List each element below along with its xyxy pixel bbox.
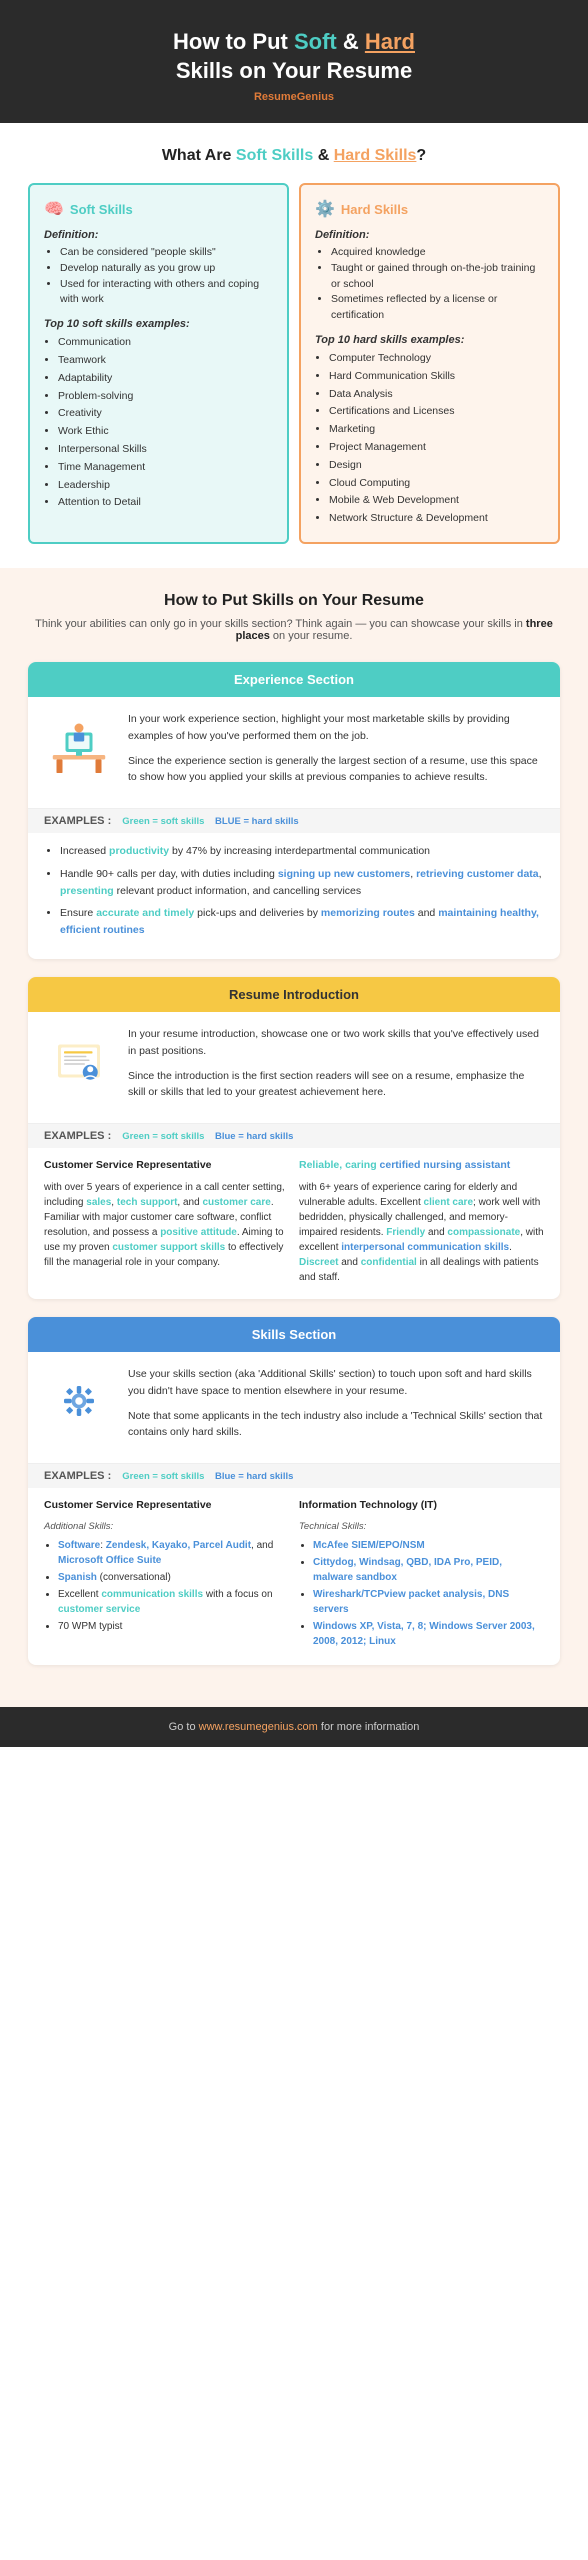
soft-skills-header: 🧠 Soft Skills (44, 199, 273, 219)
list-item: Creativity (58, 405, 273, 422)
soft-examples-list: Communication Teamwork Adaptability Prob… (44, 334, 273, 511)
list-item: Windows XP, Vista, 7, 8; Windows Server … (313, 1619, 544, 1649)
list-item: Project Management (329, 439, 544, 456)
list-item: Excellent communication skills with a fo… (58, 1587, 289, 1617)
list-item: Time Management (58, 459, 273, 476)
skills-header: Skills Section (28, 1317, 560, 1352)
how-to-title: How to Put Skills on Your Resume (28, 592, 560, 610)
list-item: Data Analysis (329, 386, 544, 403)
list-item: Cloud Computing (329, 475, 544, 492)
hard-def-label: Definition: (315, 229, 544, 241)
list-item: Leadership (58, 477, 273, 494)
list-item: Network Structure & Development (329, 510, 544, 527)
experience-examples-bar: EXAMPLES : Green = soft skills BLUE = ha… (28, 808, 560, 833)
skills-grid: 🧠 Soft Skills Definition: Can be conside… (28, 183, 560, 544)
list-item: Marketing (329, 421, 544, 438)
what-are-section: What Are Soft Skills & Hard Skills? 🧠 So… (0, 123, 588, 568)
list-item: Acquired knowledge (331, 245, 544, 261)
introduction-icon (44, 1026, 114, 1096)
list-item: 70 WPM typist (58, 1619, 289, 1634)
intro-right-col: Reliable, caring certified nursing assis… (299, 1158, 544, 1285)
skills-right-col: Information Technology (IT) Technical Sk… (299, 1498, 544, 1651)
hard-skills-header: ⚙️ Hard Skills (315, 199, 544, 219)
list-item: Attention to Detail (58, 494, 273, 511)
list-item: Software: Zendesk, Kayako, Parcel Audit,… (58, 1538, 289, 1568)
brand-logo: ResumeGenius (30, 91, 558, 103)
list-item: Wireshark/TCPview packet analysis, DNS s… (313, 1587, 544, 1617)
soft-examples-label: Top 10 soft skills examples: (44, 318, 273, 330)
list-item: McAfee SIEM/EPO/NSM (313, 1538, 544, 1553)
list-item: Teamwork (58, 352, 273, 369)
page-title: How to Put Soft & Hard Skills on Your Re… (30, 28, 558, 85)
soft-def-label: Definition: (44, 229, 273, 241)
list-item: Taught or gained through on-the-job trai… (331, 261, 544, 293)
soft-definition-list: Can be considered "people skills" Develo… (44, 245, 273, 308)
footer-link[interactable]: www.resumegenius.com (199, 1721, 318, 1733)
hard-definition-list: Acquired knowledge Taught or gained thro… (315, 245, 544, 324)
list-item: Increased productivity by 47% by increas… (60, 843, 544, 860)
list-item: Ensure accurate and timely pick-ups and … (60, 905, 544, 939)
experience-text: In your work experience section, highlig… (128, 711, 544, 794)
introduction-header: Resume Introduction (28, 977, 560, 1012)
introduction-subsection: Resume Introduction In your resume intro… (28, 977, 560, 1299)
list-item: Used for interacting with others and cop… (60, 277, 273, 309)
skills-left-col: Customer Service Representative Addition… (44, 1498, 289, 1651)
list-item: Develop naturally as you grow up (60, 261, 273, 277)
list-item: Communication (58, 334, 273, 351)
skills-examples-content: Customer Service Representative Addition… (28, 1488, 560, 1665)
introduction-text: In your resume introduction, showcase on… (128, 1026, 544, 1109)
list-item: Cittydog, Windsag, QBD, IDA Pro, PEID, m… (313, 1555, 544, 1585)
introduction-body: In your resume introduction, showcase on… (28, 1012, 560, 1123)
soft-skills-box: 🧠 Soft Skills Definition: Can be conside… (28, 183, 289, 544)
list-item: Design (329, 457, 544, 474)
skills-body: Use your skills section (aka 'Additional… (28, 1352, 560, 1463)
list-item: Mobile & Web Development (329, 492, 544, 509)
list-item: Adaptability (58, 370, 273, 387)
list-item: Problem-solving (58, 388, 273, 405)
experience-subsection: Experience Section In your (28, 662, 560, 959)
experience-body: In your work experience section, highlig… (28, 697, 560, 808)
soft-icon: 🧠 (44, 199, 64, 219)
intro-left-col: Customer Service Representative with ove… (44, 1158, 289, 1285)
list-item: Handle 90+ calls per day, with duties in… (60, 866, 544, 900)
page-header: How to Put Soft & Hard Skills on Your Re… (0, 0, 588, 123)
experience-icon (44, 711, 114, 781)
page-footer: Go to www.resumegenius.com for more info… (0, 1707, 588, 1747)
introduction-examples-bar: EXAMPLES : Green = soft skills Blue = ha… (28, 1123, 560, 1148)
list-item: Certifications and Licenses (329, 403, 544, 420)
hard-examples-list: Computer Technology Hard Communication S… (315, 350, 544, 527)
what-are-title: What Are Soft Skills & Hard Skills? (28, 147, 560, 165)
how-to-section: How to Put Skills on Your Resume Think y… (0, 568, 588, 1707)
experience-header: Experience Section (28, 662, 560, 697)
hard-examples-label: Top 10 hard skills examples: (315, 334, 544, 346)
list-item: Work Ethic (58, 423, 273, 440)
skills-subsection: Skills Section Use your ski (28, 1317, 560, 1665)
skills-examples-bar: EXAMPLES : Green = soft skills Blue = ha… (28, 1463, 560, 1488)
how-to-subtitle: Think your abilities can only go in your… (28, 618, 560, 642)
list-item: Can be considered "people skills" (60, 245, 273, 261)
skills-text: Use your skills section (aka 'Additional… (128, 1366, 544, 1449)
hard-icon: ⚙️ (315, 199, 335, 219)
list-item: Interpersonal Skills (58, 441, 273, 458)
list-item: Spanish (conversational) (58, 1570, 289, 1585)
skills-icon (44, 1366, 114, 1436)
list-item: Hard Communication Skills (329, 368, 544, 385)
list-item: Computer Technology (329, 350, 544, 367)
introduction-examples-content: Customer Service Representative with ove… (28, 1148, 560, 1299)
experience-examples-content: Increased productivity by 47% by increas… (28, 833, 560, 959)
hard-skills-box: ⚙️ Hard Skills Definition: Acquired know… (299, 183, 560, 544)
list-item: Sometimes reflected by a license or cert… (331, 292, 544, 324)
